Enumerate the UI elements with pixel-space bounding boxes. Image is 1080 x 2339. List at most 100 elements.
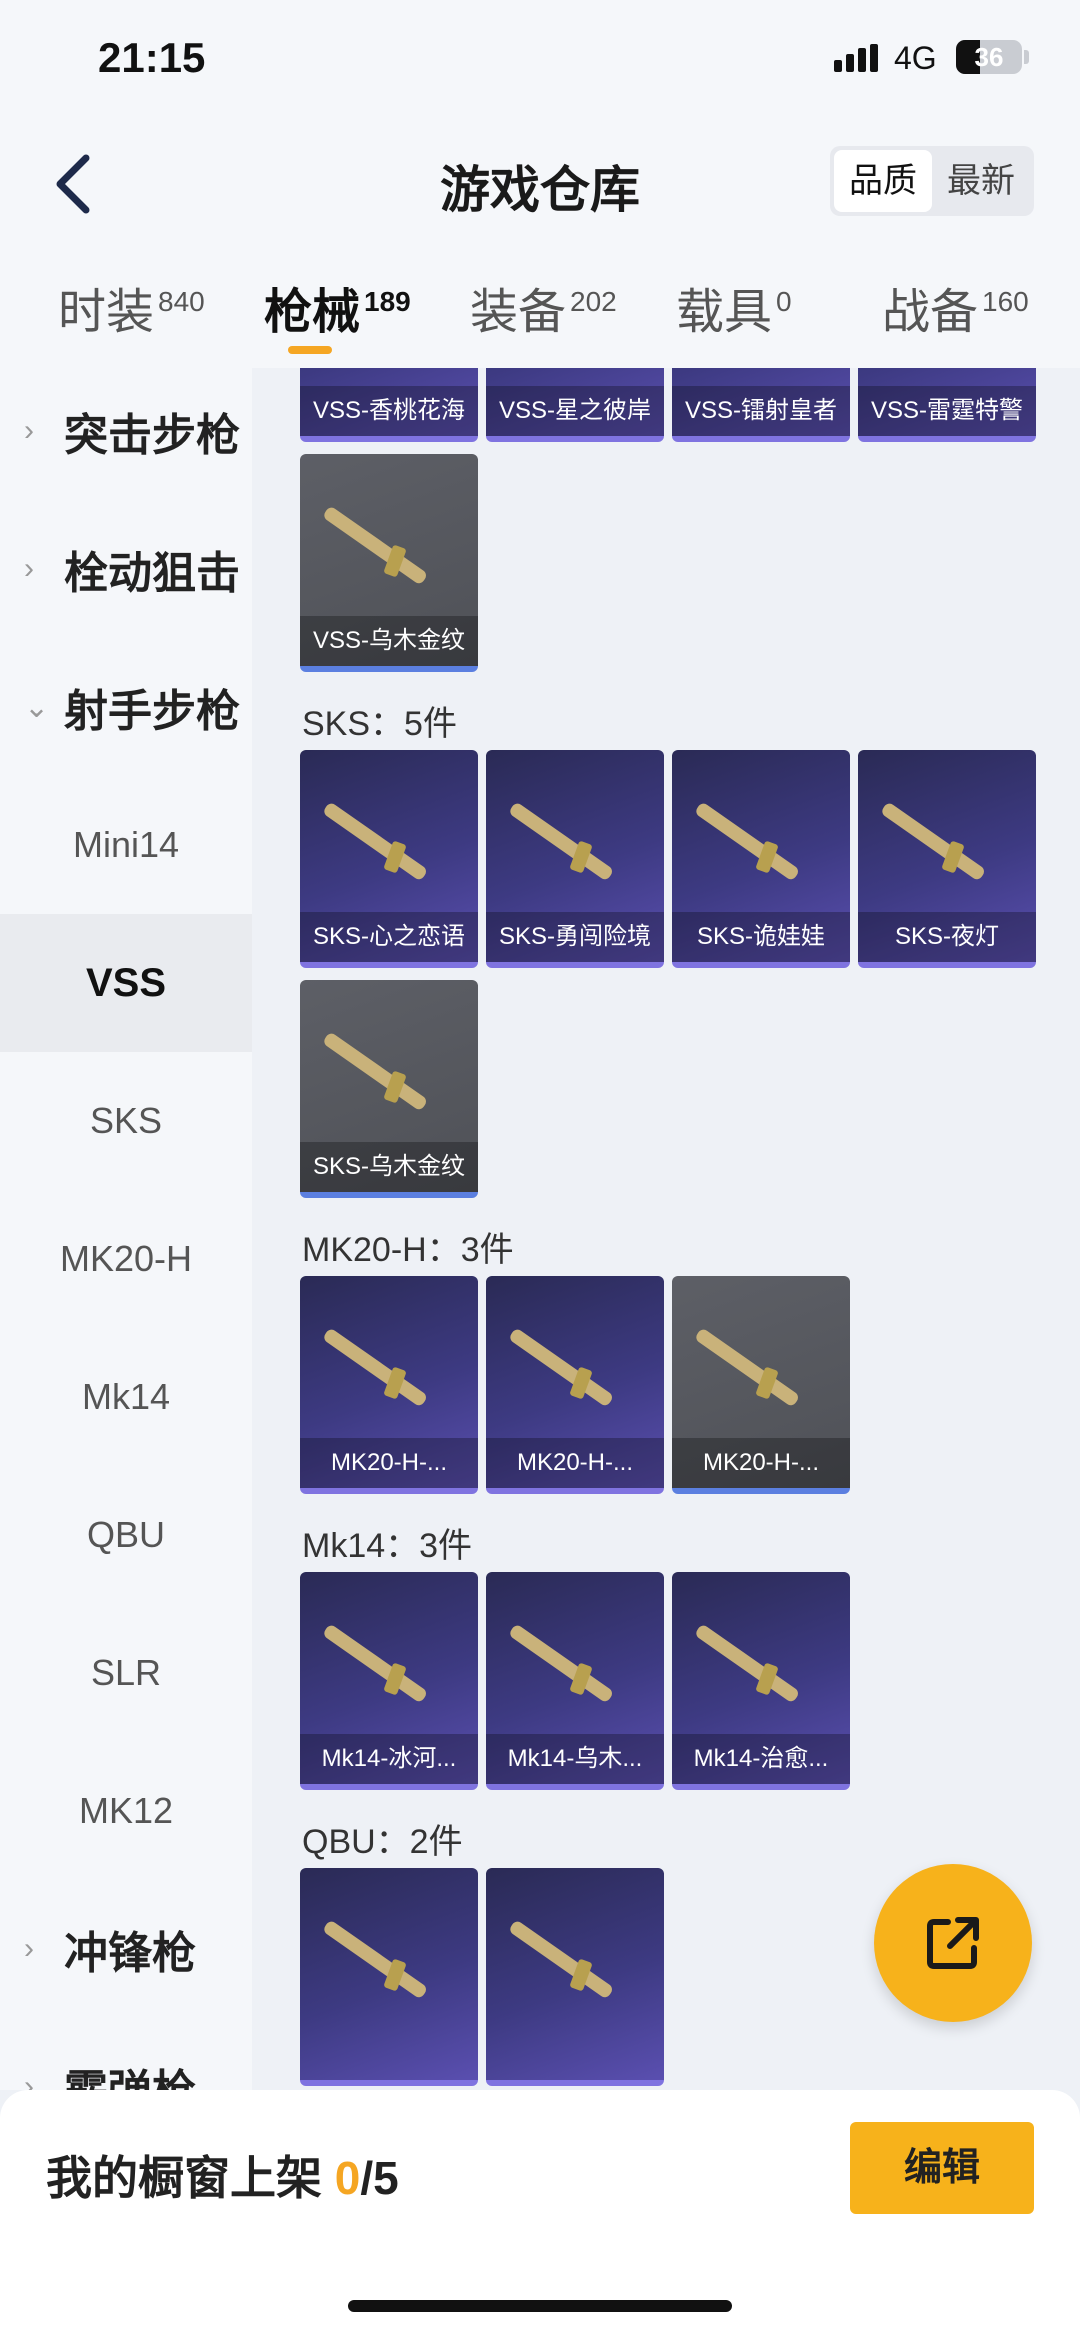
tab-label: 时装 (58, 286, 155, 339)
section-title: MK20-H：3件 (302, 1231, 514, 1269)
home-indicator (348, 2300, 732, 2312)
status-bar: 21:15 4G 36 (0, 0, 1080, 120)
weapon-body (321, 1919, 429, 2000)
sidebar-item[interactable]: ⌄ 射手步枪 (0, 638, 252, 776)
status-time: 21:15 (98, 34, 206, 81)
sidebar-item[interactable]: › 栓动狙击 (0, 500, 252, 638)
weapon-image (318, 494, 460, 594)
network-type: 4G (894, 40, 937, 76)
weapon-image (318, 1908, 460, 2008)
sidebar-item-label: 栓动狙击 (64, 549, 240, 598)
tab-label: 枪械 (264, 286, 361, 339)
section-title: SKS：5件 (302, 705, 457, 743)
weapon-skin-card[interactable]: VSS-镭射皇者 (672, 368, 850, 442)
sidebar-item[interactable]: VSS (0, 914, 252, 1052)
edit-button[interactable]: 编辑 (850, 2122, 1034, 2214)
card-label: VSS-香桃花海 (300, 386, 478, 436)
card-label: SKS-勇闯险境 (486, 912, 664, 962)
sidebar-item[interactable]: QBU (0, 1466, 252, 1604)
signal-icon (834, 44, 884, 72)
weapon-body (321, 1623, 429, 1704)
weapon-body (507, 1919, 615, 2000)
sidebar-item-label: VSS (85, 960, 167, 1005)
weapon-body (507, 801, 615, 882)
weapon-skin-card[interactable] (300, 1868, 478, 2086)
sidebar-item-label: 冲锋枪 (64, 1929, 196, 1978)
sort-quality-button[interactable]: 品质 (834, 150, 932, 212)
card-label: MK20-H-... (300, 1438, 478, 1488)
chevron-right-icon: › (24, 414, 34, 447)
weapon-skin-card[interactable]: MK20-H-... (672, 1276, 850, 1494)
weapon-image (504, 790, 646, 890)
sidebar-item-label: SKS (89, 1100, 163, 1141)
weapon-skin-card[interactable]: Mk14-治愈... (672, 1572, 850, 1790)
header: 游戏仓库 品质 最新 (0, 120, 1080, 250)
showcase-total: /5 (360, 2152, 399, 2204)
weapon-image (690, 1316, 832, 1416)
weapon-skin-card[interactable]: MK20-H-... (300, 1276, 478, 1494)
sidebar-item-label: QBU (86, 1514, 165, 1555)
weapon-skin-card[interactable]: MK20-H-... (486, 1276, 664, 1494)
sidebar-item-label: 突击步枪 (64, 411, 240, 460)
weapon-skin-card[interactable]: SKS-勇闯险境 (486, 750, 664, 968)
weapon-image (318, 1316, 460, 1416)
weapon-skin-card[interactable]: VSS-雷霆特警 (858, 368, 1036, 442)
battery-tip (1024, 50, 1029, 64)
weapon-skin-card[interactable]: SKS-夜灯 (858, 750, 1036, 968)
tab-equipment[interactable]: 装备 202 (470, 272, 617, 342)
sidebar-item-label: Mk14 (81, 1376, 171, 1417)
weapon-skin-card[interactable] (486, 1868, 664, 2086)
chevron-right-icon: › (24, 552, 34, 585)
card-label: VSS-星之彼岸 (486, 386, 664, 436)
weapon-body (693, 1327, 801, 1408)
tab-count: 0 (776, 286, 792, 317)
sort-newest-button[interactable]: 最新 (932, 150, 1030, 212)
sidebar-item-label: 霰弹枪 (64, 2055, 196, 2090)
weapon-image (876, 790, 1018, 890)
tab-fashion[interactable]: 时装 840 (58, 272, 205, 342)
tab-supplies[interactable]: 战备 160 (882, 272, 1029, 342)
sidebar-item-label: MK12 (78, 1790, 174, 1831)
sidebar-item-label: 射手步枪 (64, 687, 240, 736)
weapon-skin-card[interactable]: Mk14-冰河... (300, 1572, 478, 1790)
sidebar-item-label: SLR (90, 1652, 162, 1693)
weapon-image (690, 1612, 832, 1712)
card-label: SKS-乌木金纹 (300, 1142, 478, 1192)
chevron-down-icon: ⌄ (24, 690, 50, 724)
weapon-image (504, 1908, 646, 2008)
weapon-body (321, 801, 429, 882)
sidebar-item[interactable]: SLR (0, 1604, 252, 1742)
weapon-skin-card[interactable]: Mk14-乌木... (486, 1572, 664, 1790)
showcase-label: 我的橱窗上架 (46, 2152, 335, 2204)
weapon-image (318, 790, 460, 890)
battery-level: 36 (974, 42, 1004, 72)
showcase-status: 我的橱窗上架 0/5 (46, 2142, 399, 2208)
card-label: SKS-诡娃娃 (672, 912, 850, 962)
tab-label: 战备 (882, 286, 979, 339)
sidebar-item[interactable]: SKS (0, 1052, 252, 1190)
card-label: Mk14-乌木... (486, 1734, 664, 1784)
tab-vehicles[interactable]: 载具 0 (676, 272, 792, 342)
sidebar-item[interactable]: Mk14 (0, 1328, 252, 1466)
card-label: VSS-镭射皇者 (672, 386, 850, 436)
weapon-skin-card[interactable]: SKS-心之恋语 (300, 750, 478, 968)
item-grid: VSS-香桃花海 VSS-星之彼岸 VSS-镭射皇者 VSS-雷霆特警 VSS-乌木金纹… (252, 368, 1080, 2090)
card-label: Mk14-冰河... (300, 1734, 478, 1784)
category-tabs: 时装 840 枪械 189 装备 202 载具 0 战备 160 (0, 250, 1080, 368)
weapon-skin-card[interactable]: SKS-诡娃娃 (672, 750, 850, 968)
sidebar-item[interactable]: MK12 (0, 1742, 252, 1880)
tab-label: 载具 (676, 286, 773, 339)
weapon-skin-card[interactable]: VSS-星之彼岸 (486, 368, 664, 442)
weapon-skin-card[interactable]: SKS-乌木金纹 (300, 980, 478, 1198)
sidebar-item[interactable]: › 霰弹枪 (0, 2018, 252, 2090)
share-button[interactable] (874, 1864, 1032, 2022)
tab-guns[interactable]: 枪械 189 (264, 272, 411, 342)
weapon-body (507, 1623, 615, 1704)
sidebar-item[interactable]: › 冲锋枪 (0, 1880, 252, 2018)
sidebar-item[interactable]: MK20-H (0, 1190, 252, 1328)
weapon-skin-card[interactable]: VSS-乌木金纹 (300, 454, 478, 672)
card-label: MK20-H-... (672, 1438, 850, 1488)
sidebar-item[interactable]: Mini14 (0, 776, 252, 914)
sidebar-item[interactable]: › 突击步枪 (0, 368, 252, 500)
weapon-skin-card[interactable]: VSS-香桃花海 (300, 368, 478, 442)
